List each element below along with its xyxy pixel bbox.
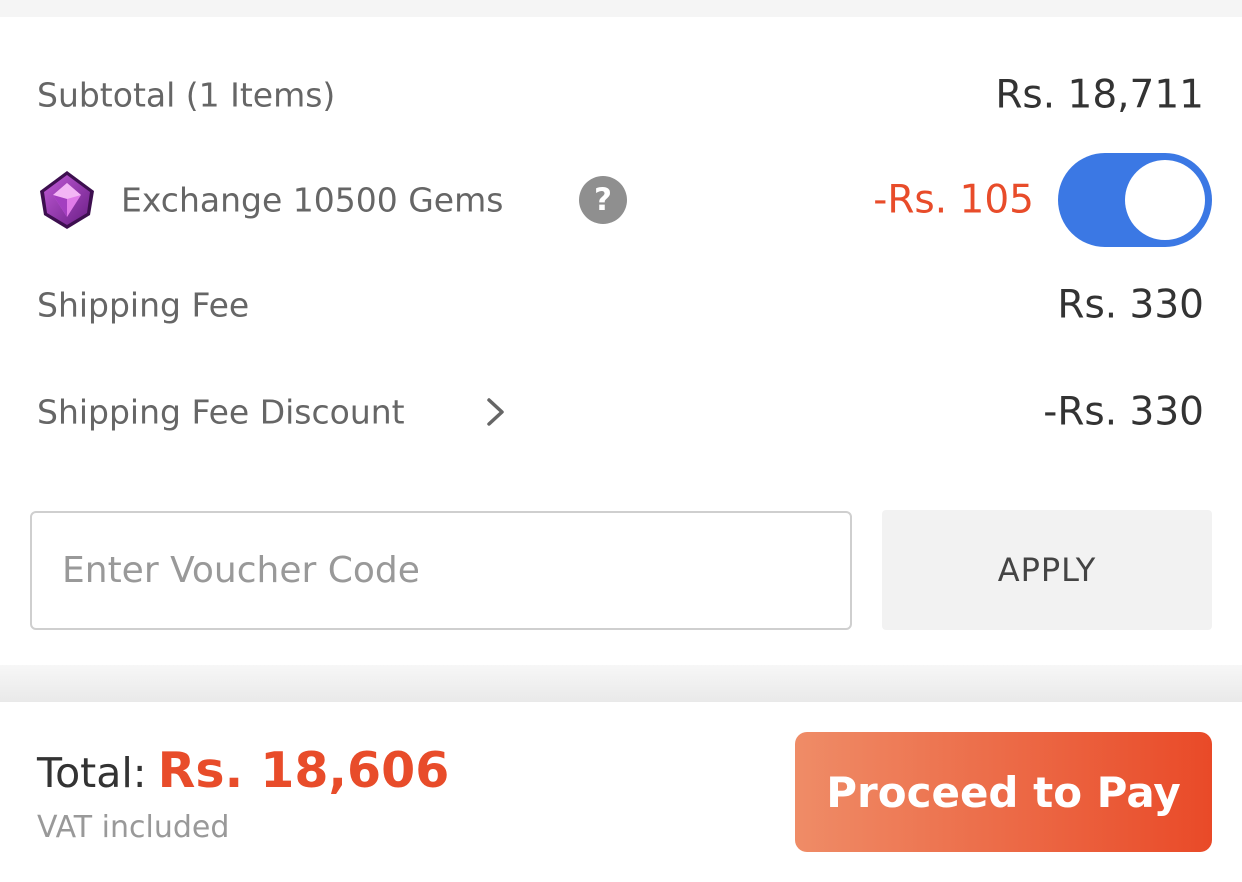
subtotal-row: Subtotal (1 Items) Rs. 18,711 xyxy=(0,55,1242,135)
checkout-footer: Total: Rs. 18,606 VAT included Proceed t… xyxy=(0,702,1242,882)
shipping-fee-discount-row[interactable]: Shipping Fee Discount -Rs. 330 xyxy=(0,372,1242,452)
total-label: Total: xyxy=(37,749,147,797)
chevron-right-icon[interactable] xyxy=(486,397,506,427)
shipping-fee-value: Rs. 330 xyxy=(1057,282,1204,328)
gems-exchange-row: Exchange 10500 Gems ? -Rs. 105 xyxy=(0,153,1242,247)
toggle-knob xyxy=(1125,160,1205,240)
gems-discount-value: -Rs. 105 xyxy=(873,177,1034,223)
footer-divider xyxy=(0,665,1242,702)
apply-voucher-button[interactable]: APPLY xyxy=(882,510,1212,630)
gems-exchange-toggle[interactable] xyxy=(1058,153,1212,247)
gem-icon xyxy=(40,171,94,229)
shipping-fee-discount-value: -Rs. 330 xyxy=(1043,389,1204,435)
shipping-fee-label: Shipping Fee xyxy=(37,285,250,325)
shipping-fee-discount-label: Shipping Fee Discount xyxy=(37,392,405,432)
total-line: Total: Rs. 18,606 xyxy=(37,742,449,799)
total-amount: Rs. 18,606 xyxy=(157,742,450,799)
vat-note: VAT included xyxy=(37,810,230,845)
subtotal-label: Subtotal (1 Items) xyxy=(37,75,336,115)
order-summary-card: Subtotal (1 Items) Rs. 18,711 Exchange 1… xyxy=(0,17,1242,665)
subtotal-value: Rs. 18,711 xyxy=(995,72,1204,118)
voucher-code-input[interactable] xyxy=(30,511,852,630)
gems-exchange-label: Exchange 10500 Gems xyxy=(121,180,504,220)
help-icon[interactable]: ? xyxy=(579,176,627,224)
proceed-to-pay-button[interactable]: Proceed to Pay xyxy=(795,732,1212,852)
shipping-fee-row: Shipping Fee Rs. 330 xyxy=(0,265,1242,345)
